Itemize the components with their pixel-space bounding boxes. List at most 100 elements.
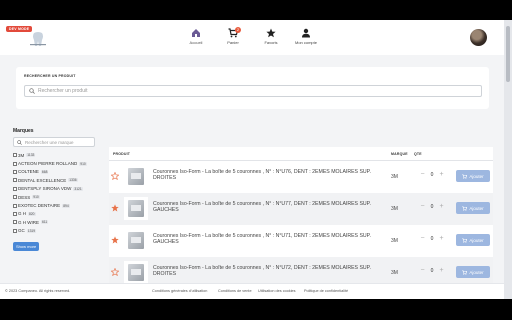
quantity-value[interactable]: 0 [427,204,437,210]
user-icon [302,28,310,38]
tooth-logo-icon[interactable] [29,31,47,48]
add-to-cart-button[interactable]: Ajouter [456,234,490,246]
nav-accueil[interactable]: Accueil [176,28,216,45]
brand-count: 611 [41,220,49,225]
brand-item[interactable]: G H WIRE 611 [13,218,103,226]
brand-item[interactable]: GC 1319 [13,227,103,235]
increment-button[interactable]: + [437,235,446,242]
footer-link-privacy[interactable]: Politique de confidentialité [304,289,348,293]
brand-checkbox[interactable] [13,161,17,166]
product-image[interactable] [124,261,148,284]
brand-count: 1319 [26,228,37,233]
decrement-button[interactable]: − [418,235,427,242]
favorite-star-icon[interactable] [111,172,119,180]
show-more-button[interactable]: Show more [13,241,40,251]
brand-checkbox[interactable] [13,169,17,174]
brand-name: DENTSPLY SIRONA VDW [18,186,72,192]
brand-item[interactable]: ACTEON PIERRE ROLLAND 910 [13,159,103,167]
table-row: Couronnes Iso-Form - La boîte de 5 couro… [109,225,493,257]
brand-name: G H [18,211,27,217]
product-name[interactable]: Couronnes Iso-Form - La boîte de 5 couro… [153,169,373,181]
cart-icon [462,269,468,275]
brand-count: 3121 [73,186,83,191]
product-name[interactable]: Couronnes Iso-Form - La boîte de 5 couro… [153,233,373,245]
add-button-label: Ajouter [469,269,484,275]
quantity-stepper: − 0 + [418,203,446,210]
quantity-value[interactable]: 0 [427,268,437,274]
footer-copyright: © 2023 Companeo. All rights reserved. [5,289,71,293]
quantity-stepper: − 0 + [418,235,446,242]
brand-item[interactable]: DENTSPLY SIRONA VDW 3121 [13,185,103,193]
nav-favoris[interactable]: Favoris [251,28,291,45]
decrement-button[interactable]: − [418,171,427,178]
brand-checkbox[interactable] [13,195,17,200]
brand-checkbox[interactable] [13,186,17,191]
nav-panier[interactable]: 2 Panier [213,27,253,45]
brand-count: 820 [28,211,36,216]
table-row: Couronnes Iso-Form - La boîte de 5 couro… [109,193,493,225]
brand-item[interactable]: 3M 1133 [13,151,103,159]
brand-checkbox[interactable] [13,228,17,233]
brand-count: 910 [32,195,40,200]
add-button-label: Ajouter [469,237,484,243]
add-to-cart-button[interactable]: Ajouter [456,266,490,278]
brand-name: ACTEON PIERRE ROLLAND [18,161,78,167]
product-table: PRODUIT MARQUE QTE Couronnes Iso-Form - … [109,147,493,289]
user-avatar[interactable] [470,29,487,46]
brand-checkbox[interactable] [13,203,17,208]
scrollbar-thumb[interactable] [506,26,510,82]
brand-list: 3M 1133 ACTEON PIERRE ROLLAND 910 COLTENE 6… [13,151,103,235]
brand-item[interactable]: EXOTEC DENTAIRE 894 [13,201,103,209]
quantity-stepper: − 0 + [418,267,446,274]
product-image[interactable] [124,229,148,252]
increment-button[interactable]: + [437,171,446,178]
add-to-cart-button[interactable]: Ajouter [456,170,490,182]
product-name[interactable]: Couronnes Iso-Form - La boîte de 5 couro… [153,201,373,213]
col-header-brand: MARQUE [391,152,408,156]
brand-item[interactable]: COLTENE 668 [13,168,103,176]
quantity-value[interactable]: 0 [427,236,437,242]
increment-button[interactable]: + [437,203,446,210]
table-row: Couronnes Iso-Form - La boîte de 5 couro… [109,161,493,193]
product-brand: 3M [391,270,398,276]
app-viewport: DEV MODE Accueil 2 Panier Favoris Mon co… [0,20,504,299]
decrement-button[interactable]: − [418,267,427,274]
brand-count: 668 [40,169,49,174]
brand-item[interactable]: DESS 910 [13,193,103,201]
col-header-qty: QTE [414,152,422,156]
product-search-input[interactable]: Rechercher un produit [24,85,482,97]
nav-label-panier: Panier [227,40,239,45]
brand-checkbox[interactable] [13,211,17,216]
brand-search-input[interactable]: Rechercher une marque [13,137,95,147]
product-image[interactable] [124,165,148,188]
footer-link-cgu[interactable]: Conditions générales d'utilisation [152,289,207,293]
favorite-star-icon[interactable] [111,268,119,276]
nav-label-favoris: Favoris [264,40,278,45]
brand-name: DESS [18,194,31,200]
brand-checkbox[interactable] [13,153,17,158]
vertical-scrollbar[interactable] [504,20,512,299]
favorite-star-icon[interactable] [111,204,119,212]
cart-icon [462,173,468,179]
footer-link-cookies[interactable]: Utilisation des cookies [258,289,296,293]
brand-item[interactable]: DENTAL EXCELLENCE 1336 [13,176,103,184]
product-brand: 3M [391,206,398,212]
decrement-button[interactable]: − [418,203,427,210]
footer-link-cgv[interactable]: Conditions de vente [218,289,252,293]
brand-checkbox[interactable] [13,220,17,225]
add-button-label: Ajouter [469,205,484,211]
quantity-value[interactable]: 0 [427,172,437,178]
product-image[interactable] [124,197,148,220]
star-icon [266,28,276,38]
brand-item[interactable]: G H 820 [13,210,103,218]
brand-search-placeholder: Rechercher une marque [25,139,74,145]
brand-checkbox[interactable] [13,178,17,183]
brand-name: G H WIRE [18,219,39,225]
product-name[interactable]: Couronnes Iso-Form - La boîte de 5 couro… [153,265,373,277]
brand-name: DENTAL EXCELLENCE [18,177,67,183]
nav-mon-compte[interactable]: Mon compte [286,28,326,45]
favorite-star-icon[interactable] [111,236,119,244]
increment-button[interactable]: + [437,267,446,274]
add-to-cart-button[interactable]: Ajouter [456,202,490,214]
brand-filter-title: Marques [13,128,34,134]
